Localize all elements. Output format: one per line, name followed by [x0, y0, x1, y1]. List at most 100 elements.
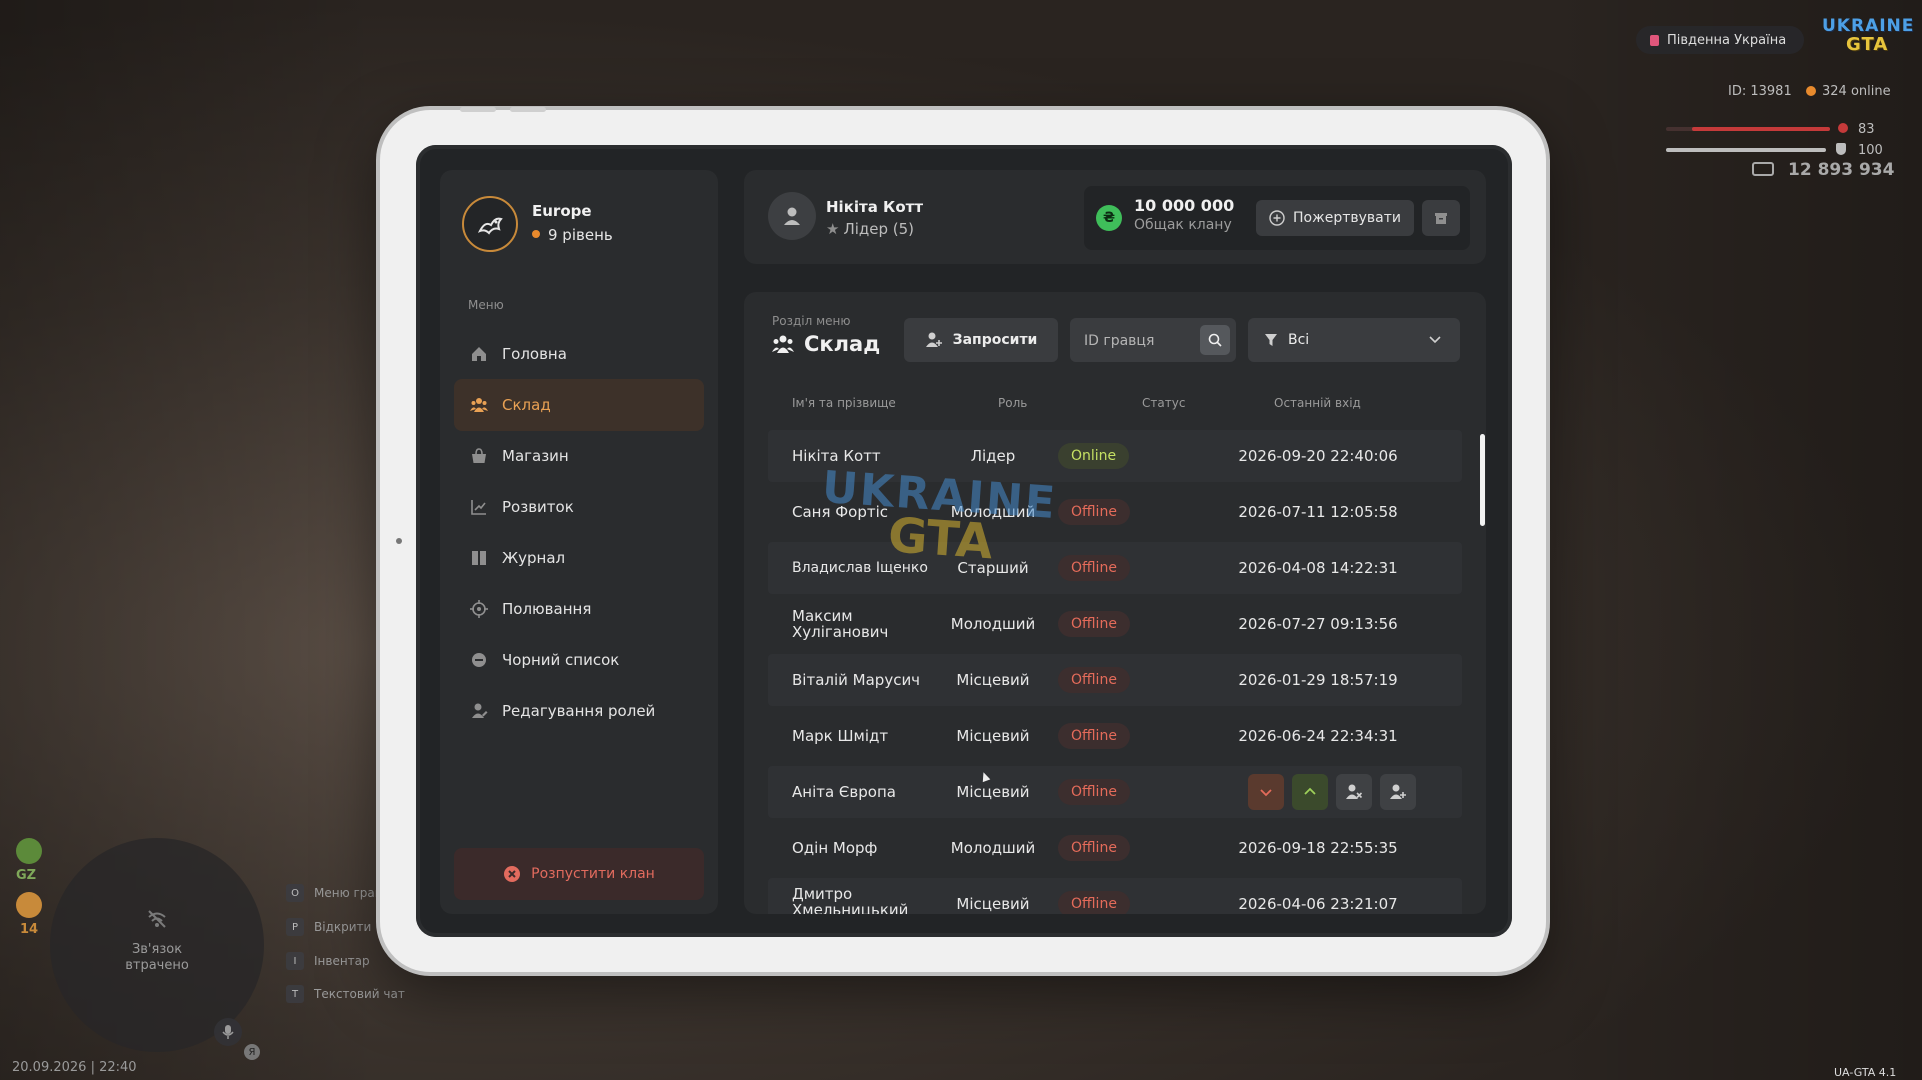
section-title-text: Склад — [804, 332, 881, 356]
search-box — [1070, 318, 1236, 364]
sidebar-item-label: Полювання — [502, 600, 592, 618]
disband-clan-button[interactable]: Розпустити клан — [454, 848, 704, 900]
filter-icon — [1265, 334, 1277, 346]
kick-member-button[interactable] — [1336, 774, 1372, 810]
hint-key: T — [286, 985, 304, 1003]
status-badge: Offline — [1058, 779, 1130, 805]
hint-label: Відкрити — [314, 920, 372, 934]
table-row[interactable]: Нікіта Котт Лідер Online 2026-09-20 22:4… — [768, 430, 1462, 482]
promote-button[interactable] — [1292, 774, 1328, 810]
money-value: 12 893 934 — [1788, 160, 1895, 180]
status-badge: Offline — [1058, 835, 1130, 861]
member-status: Offline — [1058, 710, 1178, 762]
demote-button[interactable] — [1248, 774, 1284, 810]
book-icon — [472, 551, 486, 565]
sidebar-item-shop[interactable]: Магазин — [454, 430, 704, 482]
bank-history-button[interactable] — [1422, 200, 1460, 236]
member-role: Молодший — [950, 615, 1036, 633]
member-status: Offline — [1058, 486, 1178, 538]
hint-row: T Текстовий чат — [286, 985, 405, 1003]
status-badge: Offline — [1058, 891, 1130, 914]
online-dot-icon — [1806, 86, 1816, 96]
table-row[interactable]: Дмитро Хмельницький Місцевий Offline 202… — [768, 878, 1462, 914]
online-count: 324 online — [1806, 84, 1891, 99]
sidebar-item-hunting[interactable]: Полювання — [454, 583, 704, 635]
scrollbar[interactable] — [1480, 434, 1485, 526]
sidebar-item-blacklist[interactable]: Чорний список — [454, 634, 704, 686]
invite-button[interactable]: Запросити — [904, 318, 1058, 362]
section-caption: Розділ меню — [772, 314, 851, 328]
column-header-name: Ім'я та прізвище — [792, 396, 896, 410]
table-row[interactable]: Максим Хуліганович Молодший Offline 2026… — [768, 598, 1462, 650]
column-header-status: Статус — [1142, 396, 1186, 410]
table-row[interactable]: Аніта Європа Місцевий Offline — [768, 766, 1462, 818]
sidebar-item-label: Головна — [502, 345, 567, 363]
sidebar-item-label: Журнал — [502, 549, 566, 567]
page-title: Склад — [772, 332, 880, 356]
member-status: Offline — [1058, 654, 1178, 706]
version-label: UA-GTA 4.1 — [1834, 1066, 1897, 1079]
clan-bank: ₴ 10 000 000 Общак клану Пожертвувати — [1084, 186, 1470, 250]
disband-label: Розпустити клан — [531, 866, 655, 882]
sidebar-item-label: Редагування ролей — [502, 702, 656, 720]
member-last-login: 2026-07-11 12:05:58 — [1238, 503, 1398, 521]
members-panel: Розділ меню Склад Запросити Всі Ім'я та … — [744, 292, 1486, 914]
member-role: Місцевий — [956, 783, 1030, 801]
member-role: Старший — [957, 559, 1029, 577]
search-button[interactable] — [1200, 325, 1230, 355]
online-text: 324 online — [1822, 84, 1891, 99]
sidebar-item-journal[interactable]: Журнал — [454, 532, 704, 584]
hint-key: O — [286, 884, 304, 902]
shop-icon — [472, 448, 486, 463]
member-last-login: 2026-06-24 22:34:31 — [1238, 727, 1398, 745]
health-value: 83 — [1858, 122, 1875, 137]
member-last-login: 2026-09-18 22:55:35 — [1238, 839, 1398, 857]
bank-label: Общак клану — [1134, 217, 1232, 233]
role-filter-select[interactable]: Всі — [1248, 318, 1460, 362]
search-icon — [1208, 333, 1222, 347]
hint-label: Текстовий чат — [314, 987, 405, 1001]
member-role: Молодший — [950, 503, 1036, 521]
sidebar-item-roles[interactable]: Редагування ролей — [454, 685, 704, 737]
table-row[interactable]: Саня Фортіс Молодший Offline 2026-07-11 … — [768, 486, 1462, 538]
status-badge: Offline — [1058, 499, 1130, 525]
sidebar-item-home[interactable]: Головна — [454, 328, 704, 380]
sidebar-item-members[interactable]: Склад — [454, 379, 704, 431]
table-row[interactable]: Марк Шмідт Місцевий Offline 2026-06-24 2… — [768, 710, 1462, 762]
sidebar-item-label: Чорний список — [502, 651, 620, 669]
member-status: Offline — [1058, 878, 1178, 914]
camera-dot — [396, 538, 402, 544]
chart-icon — [471, 500, 486, 515]
logo-line-2: GTA — [1846, 34, 1889, 55]
hint-label: Інвентар — [314, 954, 370, 968]
status-badge: Offline — [1058, 723, 1130, 749]
hint-row: I Інвентар — [286, 952, 370, 970]
level-dot-icon — [532, 230, 540, 238]
hryvnia-coin-icon: ₴ — [1096, 205, 1122, 231]
chevron-down-icon — [1260, 789, 1272, 797]
member-name: Дмитро Хмельницький — [792, 885, 909, 914]
invite-label: Запросити — [952, 332, 1038, 348]
member-status: Offline — [1058, 598, 1178, 650]
tablet-button — [510, 107, 546, 112]
table-row[interactable]: Владислав Іщенко Старший Offline 2026-04… — [768, 542, 1462, 594]
member-status: Offline — [1058, 822, 1178, 874]
health-bar-fill — [1692, 127, 1830, 131]
donate-button[interactable]: Пожертвувати — [1256, 200, 1414, 236]
clan-name: Europe — [532, 202, 592, 220]
column-header-role: Роль — [998, 396, 1028, 410]
sidebar: Europe 9 рівень Меню Головна Склад Магаз… — [440, 170, 718, 914]
armor-bar-fill — [1666, 148, 1826, 152]
edit-role-button[interactable] — [1380, 774, 1416, 810]
search-input[interactable] — [1082, 318, 1196, 364]
level-icon — [16, 892, 42, 918]
gz-icon — [16, 838, 42, 864]
avatar — [768, 192, 816, 240]
table-row[interactable]: Одін Морф Молодший Offline 2026-09-18 22… — [768, 822, 1462, 874]
hint-key: P — [286, 918, 304, 936]
user-role: ★ Лідер (5) — [826, 220, 914, 238]
sidebar-item-development[interactable]: Розвиток — [454, 481, 704, 533]
table-row[interactable]: Віталій Марусич Місцевий Offline 2026-01… — [768, 654, 1462, 706]
status-badge: Offline — [1058, 555, 1130, 581]
user-edit-icon — [472, 703, 488, 718]
